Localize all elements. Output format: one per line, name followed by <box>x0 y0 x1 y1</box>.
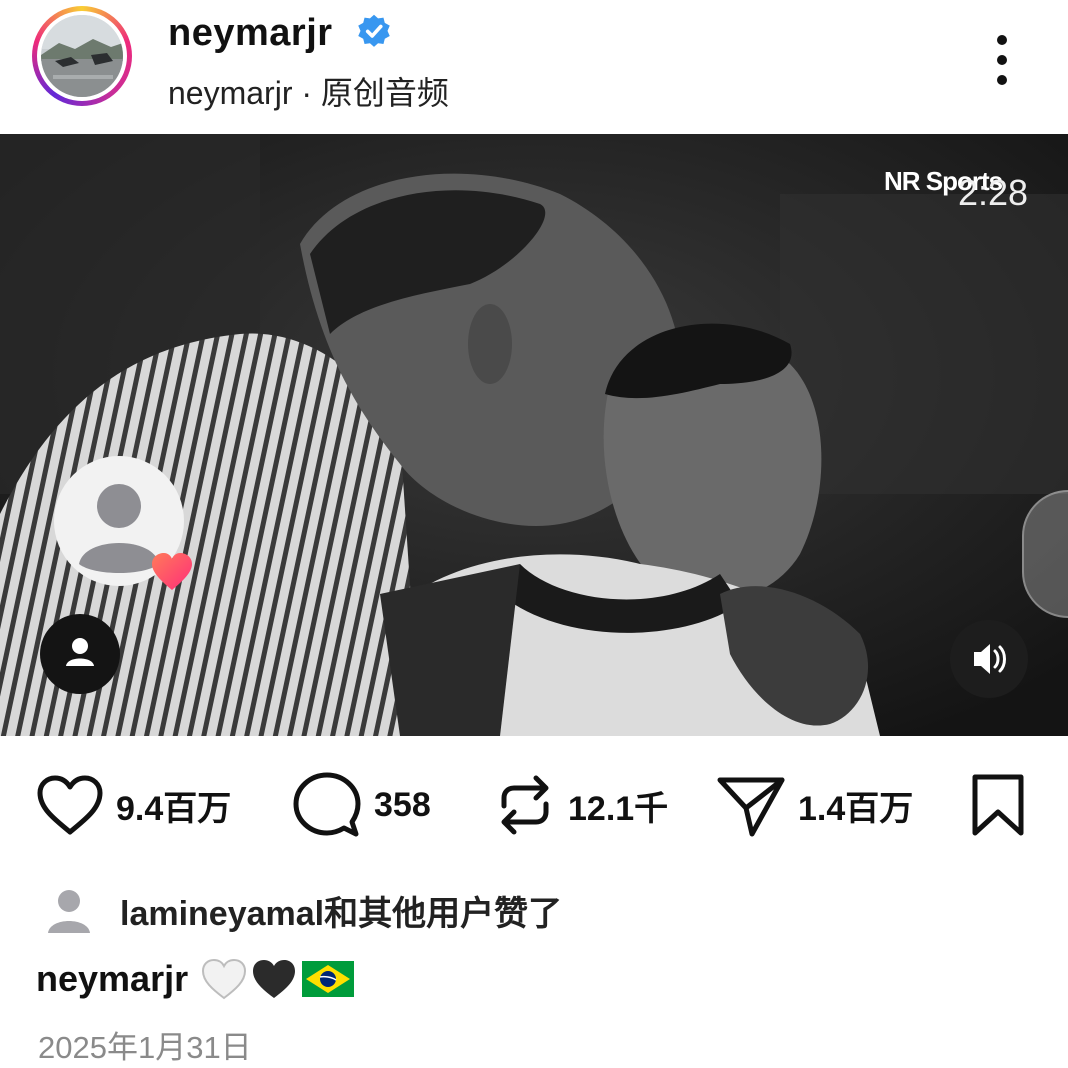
white-heart-icon <box>202 958 247 1000</box>
mute-toggle-button[interactable] <box>950 620 1028 698</box>
brazil-flag-icon <box>302 961 355 997</box>
verified-badge-icon <box>358 14 390 47</box>
video-player[interactable]: NR Sports 2:28 <box>0 134 1068 736</box>
comment-action[interactable]: 358 <box>292 760 431 850</box>
speaker-icon <box>974 644 1006 674</box>
audio-label: 原创音频 <box>320 75 449 111</box>
share-action[interactable]: 1.4百万 <box>716 760 913 850</box>
audio-link[interactable]: neymarjr · 原创音频 <box>168 68 449 114</box>
audio-separator: · <box>292 75 321 111</box>
comment-count: 358 <box>374 785 431 824</box>
share-count: 1.4百万 <box>798 789 914 828</box>
heart-reaction-icon <box>152 553 192 590</box>
send-icon <box>717 777 785 837</box>
user-tag-button[interactable] <box>40 614 120 694</box>
save-action[interactable] <box>970 760 1026 850</box>
username[interactable]: neymarjr <box>168 12 333 55</box>
post-date: 2025年1月31日 <box>38 1030 252 1065</box>
action-bar: 9.4百万 358 12.1千 1.4百万 <box>0 760 1068 850</box>
repost-action[interactable]: 12.1千 <box>494 760 668 850</box>
post-header: neymarjr neymarjr · 原创音频 <box>0 0 1068 134</box>
heart-icon <box>37 775 103 835</box>
post-caption: neymarjr <box>36 952 355 1006</box>
reaction-avatar[interactable] <box>54 456 192 590</box>
like-count: 9.4百万 <box>116 789 232 828</box>
profile-avatar[interactable] <box>32 6 132 106</box>
person-placeholder-icon <box>48 890 90 933</box>
liked-by-text: lamineyamal和其他用户赞了 <box>120 894 563 933</box>
like-action[interactable]: 9.4百万 <box>36 760 231 850</box>
video-frame <box>0 134 1068 736</box>
audio-owner: neymarjr <box>168 75 293 111</box>
bookmark-icon <box>972 774 1024 836</box>
repost-count: 12.1千 <box>568 789 669 828</box>
repost-icon <box>501 775 549 835</box>
comment-icon <box>293 772 361 837</box>
video-duration: 2:28 <box>958 172 1029 213</box>
caption-username[interactable]: neymarjr <box>36 958 188 1000</box>
user-tag-icon <box>66 638 94 666</box>
black-heart-icon <box>253 960 296 998</box>
more-vertical-icon[interactable] <box>984 30 1020 90</box>
liked-by-row[interactable]: lamineyamal和其他用户赞了 <box>44 880 562 940</box>
